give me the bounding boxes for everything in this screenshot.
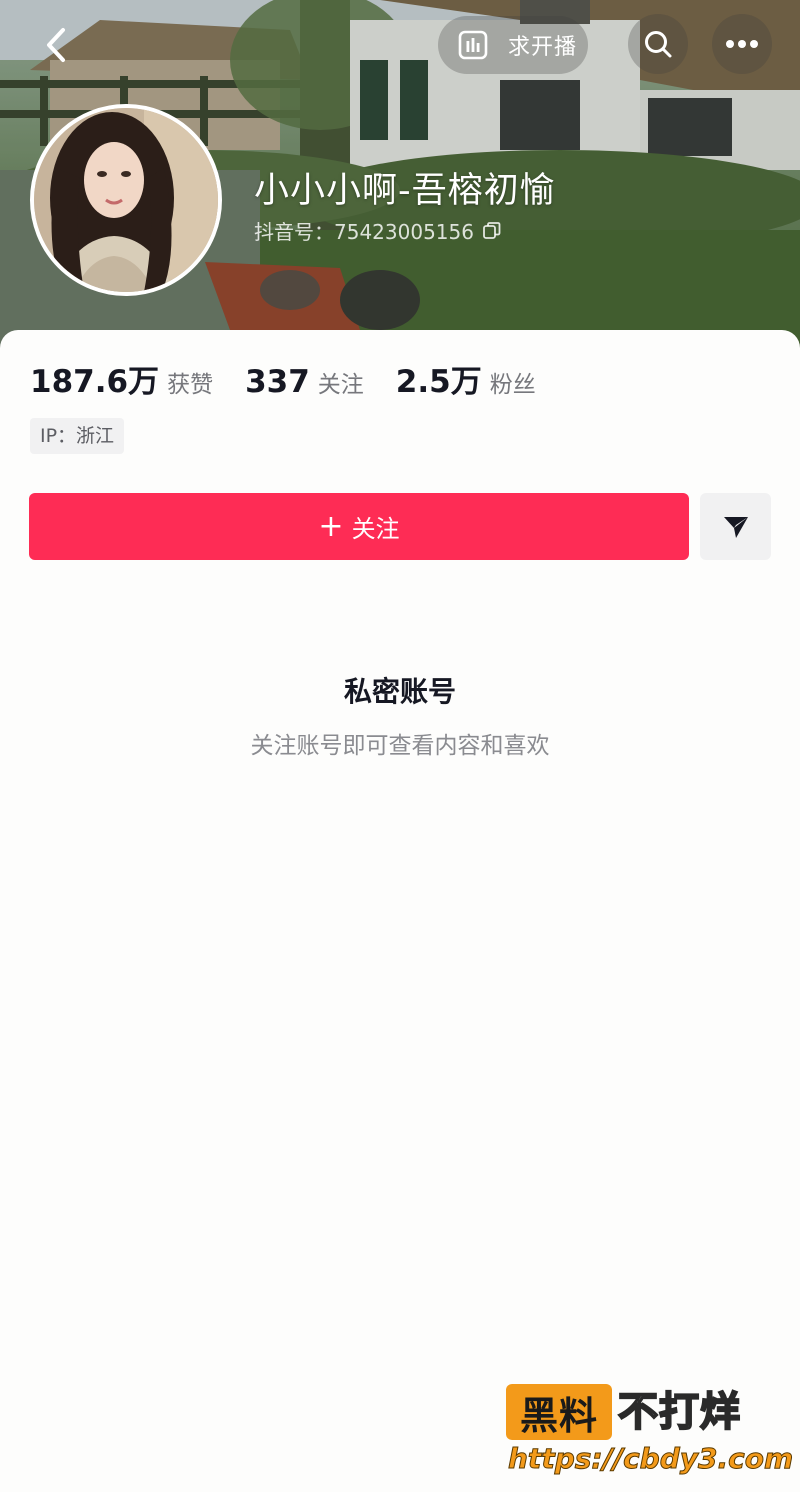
profile-sheet: 187.6万 获赞 337 关注 2.5万 粉丝 IP：浙江 + 关注 私密账号 — [0, 330, 800, 1492]
douyin-id: 抖音号：75423005156 — [254, 216, 502, 245]
search-button[interactable] — [628, 14, 688, 74]
avatar[interactable] — [30, 104, 222, 296]
request-live-label: 求开播 — [508, 35, 578, 60]
avatar-photo — [34, 108, 218, 292]
search-icon — [645, 31, 672, 58]
bar-chart-icon — [458, 30, 488, 60]
follow-button[interactable]: + 关注 — [29, 493, 689, 560]
stat-following[interactable]: 337 关注 — [245, 364, 364, 400]
profile-stats: 187.6万 获赞 337 关注 2.5万 粉丝 — [30, 356, 568, 401]
stat-likes-label: 获赞 — [167, 372, 214, 398]
profile-cover: 求开播 小小小啊-吾榕初愉 抖音号：75423005156 — [0, 0, 800, 360]
douyin-id-text: 抖音号：75423005156 — [254, 220, 474, 244]
stat-likes-value: 187.6万 — [30, 364, 160, 400]
private-account-title: 私密账号 — [343, 675, 456, 708]
ip-location-tag: IP：浙江 — [30, 418, 125, 454]
more-button[interactable] — [712, 14, 772, 74]
watermark: 黑料 不打烊 https://cbdy3.com — [506, 1382, 794, 1482]
stat-followers[interactable]: 2.5万 粉丝 — [396, 356, 536, 401]
profile-nickname: 小小小啊-吾榕初愉 — [254, 171, 556, 211]
request-live-button[interactable]: 求开播 — [438, 16, 588, 74]
share-button[interactable] — [700, 493, 771, 560]
watermark-url: https://cbdy3.com — [507, 1442, 794, 1476]
stat-followers-label: 粉丝 — [489, 372, 536, 398]
plus-icon: + — [318, 508, 344, 544]
stat-following-value: 337 — [245, 364, 310, 400]
chevron-left-icon — [47, 28, 65, 62]
back-button[interactable] — [30, 22, 82, 68]
copy-icon[interactable] — [482, 221, 502, 241]
watermark-text: 不打烊 — [617, 1388, 741, 1436]
stat-likes[interactable]: 187.6万 获赞 — [30, 356, 213, 401]
private-account-subtitle: 关注账号即可查看内容和喜欢 — [250, 733, 550, 759]
more-dots-icon — [726, 40, 758, 48]
watermark-badge: 黑料 — [506, 1384, 612, 1440]
profile-page: 求开播 小小小啊-吾榕初愉 抖音号：75423005156 187.6万 获赞 … — [0, 0, 800, 1492]
follow-button-label: 关注 — [351, 515, 400, 543]
send-arrow-icon — [723, 516, 748, 538]
stat-followers-value: 2.5万 — [395, 364, 482, 400]
stat-following-label: 关注 — [317, 372, 364, 398]
